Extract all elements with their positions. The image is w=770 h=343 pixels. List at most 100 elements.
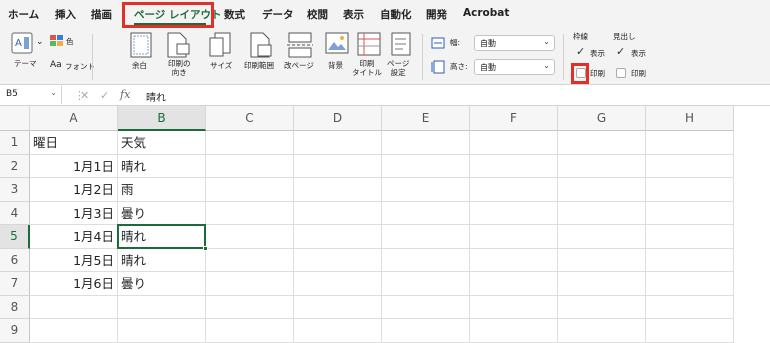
cell-e8[interactable]	[382, 295, 470, 319]
cell-c9[interactable]	[206, 319, 294, 343]
cell-g6[interactable]	[558, 248, 646, 272]
width-select[interactable]: 自動 ⌄	[474, 35, 555, 51]
tab-automate[interactable]: 自動化	[380, 7, 412, 22]
cell-d2[interactable]	[294, 154, 382, 178]
cell-c1[interactable]	[206, 131, 294, 155]
row-header-4[interactable]: 4	[0, 201, 30, 225]
themes-icon[interactable]: A	[11, 32, 33, 54]
cell-e1[interactable]	[382, 131, 470, 155]
cell-c6[interactable]	[206, 248, 294, 272]
cell-g9[interactable]	[558, 319, 646, 343]
height-select[interactable]: 自動 ⌄	[474, 59, 555, 75]
colors-label[interactable]: 色	[66, 37, 74, 46]
cell-d6[interactable]	[294, 248, 382, 272]
cell-f9[interactable]	[470, 319, 558, 343]
tab-view[interactable]: 表示	[343, 7, 364, 22]
colors-icon[interactable]	[50, 35, 64, 47]
cell-d8[interactable]	[294, 295, 382, 319]
cell-b6[interactable]: 晴れ	[118, 248, 206, 272]
cell-b7[interactable]: 曇り	[118, 272, 206, 296]
cell-g8[interactable]	[558, 295, 646, 319]
column-header-g[interactable]: G	[558, 106, 646, 131]
fonts-icon[interactable]: Aa	[50, 61, 62, 70]
cell-h4[interactable]	[646, 201, 734, 225]
cell-f2[interactable]	[470, 154, 558, 178]
cell-h2[interactable]	[646, 154, 734, 178]
cell-b8[interactable]	[118, 295, 206, 319]
cell-a7[interactable]: 1月6日	[30, 272, 118, 296]
cell-e4[interactable]	[382, 201, 470, 225]
cell-a5[interactable]: 1月4日	[30, 225, 118, 249]
cell-b9[interactable]	[118, 319, 206, 343]
fill-handle[interactable]	[203, 245, 208, 251]
tab-review[interactable]: 校閲	[307, 7, 328, 22]
cell-g2[interactable]	[558, 154, 646, 178]
chevron-down-icon[interactable]: ⌄	[36, 38, 44, 47]
column-header-e[interactable]: E	[382, 106, 470, 131]
row-header-7[interactable]: 7	[0, 272, 30, 296]
cell-b3[interactable]: 雨	[118, 178, 206, 202]
tab-draw[interactable]: 描画	[91, 7, 112, 22]
cell-h1[interactable]	[646, 131, 734, 155]
cell-h5[interactable]	[646, 225, 734, 249]
cell-e6[interactable]	[382, 248, 470, 272]
row-header-9[interactable]: 9	[0, 319, 30, 343]
tab-insert[interactable]: 挿入	[55, 7, 76, 22]
tab-developer[interactable]: 開発	[426, 7, 447, 22]
headings-print-checkbox[interactable]	[616, 68, 626, 78]
fonts-label[interactable]: フォント	[65, 62, 95, 71]
tab-formulas[interactable]: 数式	[224, 7, 245, 22]
row-header-5[interactable]: 5	[0, 225, 30, 249]
headings-view-checkbox[interactable]: ✓	[616, 46, 626, 57]
cell-b4[interactable]: 曇り	[118, 201, 206, 225]
page-setup-icon[interactable]	[391, 32, 413, 56]
size-icon[interactable]	[209, 32, 231, 58]
cell-e2[interactable]	[382, 154, 470, 178]
cell-c3[interactable]	[206, 178, 294, 202]
tab-acrobat[interactable]: Acrobat	[463, 7, 509, 19]
cell-h8[interactable]	[646, 295, 734, 319]
cell-a6[interactable]: 1月5日	[30, 248, 118, 272]
column-header-c[interactable]: C	[206, 106, 294, 131]
column-header-b[interactable]: B	[118, 106, 206, 131]
cell-g3[interactable]	[558, 178, 646, 202]
gridlines-view-checkbox[interactable]: ✓	[576, 46, 586, 57]
cell-e9[interactable]	[382, 319, 470, 343]
cell-h3[interactable]	[646, 178, 734, 202]
row-header-3[interactable]: 3	[0, 178, 30, 202]
cell-c4[interactable]	[206, 201, 294, 225]
cell-b1[interactable]: 天気	[118, 131, 206, 155]
enter-icon[interactable]: ✓	[100, 89, 109, 102]
cell-d4[interactable]	[294, 201, 382, 225]
cell-c2[interactable]	[206, 154, 294, 178]
tab-home[interactable]: ホーム	[8, 7, 39, 22]
cell-a8[interactable]	[30, 295, 118, 319]
cell-d5[interactable]	[294, 225, 382, 249]
cell-g5[interactable]	[558, 225, 646, 249]
cell-g1[interactable]	[558, 131, 646, 155]
spreadsheet-grid[interactable]: A B C D E F G H 1 曜日 天気 2 1月1日 晴れ 3 1月2日雨 4 1月3日 曇り 5 1月4日 晴れ…	[0, 106, 770, 343]
row-header-2[interactable]: 2	[0, 154, 30, 178]
cell-d1[interactable]	[294, 131, 382, 155]
row-header-8[interactable]: 8	[0, 295, 30, 319]
cell-h6[interactable]	[646, 248, 734, 272]
cell-d3[interactable]	[294, 178, 382, 202]
cell-a1[interactable]: 曜日	[30, 131, 118, 155]
cell-f1[interactable]	[470, 131, 558, 155]
breaks-icon[interactable]	[287, 32, 313, 58]
column-header-h[interactable]: H	[646, 106, 734, 131]
background-icon[interactable]	[325, 32, 349, 56]
cell-c5[interactable]	[206, 225, 294, 249]
cell-c7[interactable]	[206, 272, 294, 296]
print-titles-icon[interactable]	[357, 32, 381, 56]
row-header-1[interactable]: 1	[0, 131, 30, 155]
cell-b2[interactable]: 晴れ	[118, 154, 206, 178]
cell-f3[interactable]	[470, 178, 558, 202]
cancel-icon[interactable]: ✕	[80, 89, 89, 102]
function-icon[interactable]: fx	[120, 88, 130, 101]
cell-g4[interactable]	[558, 201, 646, 225]
select-all-corner[interactable]	[0, 106, 30, 131]
cell-a9[interactable]	[30, 319, 118, 343]
formula-input[interactable]: 晴れ	[146, 89, 166, 104]
column-header-a[interactable]: A	[30, 106, 118, 131]
